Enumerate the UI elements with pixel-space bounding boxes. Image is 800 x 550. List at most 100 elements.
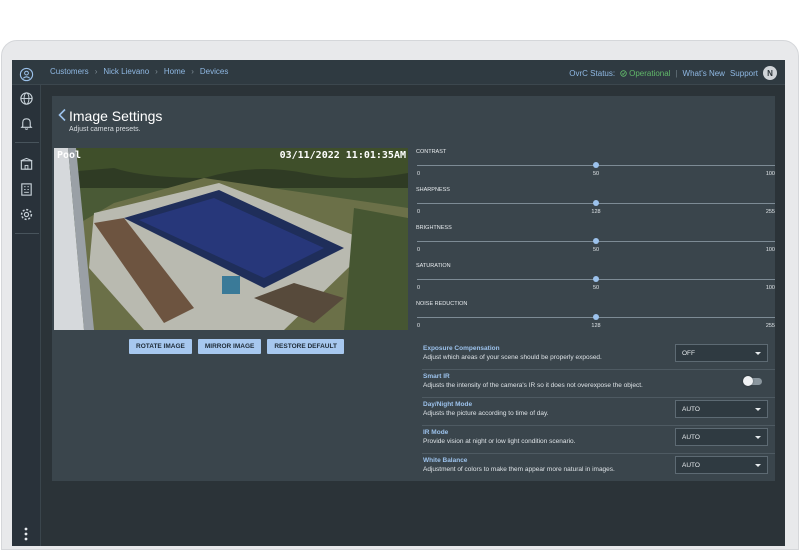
- image-settings-panel: Image Settings Adjust camera presets. Po…: [52, 96, 775, 481]
- saturation-slider[interactable]: SATURATION 0 50 100: [415, 260, 775, 298]
- sidebar-divider: [15, 142, 39, 143]
- select-value: AUTO: [682, 405, 700, 413]
- mirror-image-button[interactable]: MIRROR IMAGE: [197, 339, 262, 354]
- status-value[interactable]: Operational: [620, 69, 670, 78]
- breadcrumb-separator-icon: ›: [155, 67, 158, 76]
- rotate-image-button[interactable]: ROTATE IMAGE: [129, 339, 192, 354]
- globe-icon[interactable]: [19, 91, 34, 106]
- slider-value: 50: [592, 247, 600, 253]
- sidebar-divider: [15, 233, 39, 234]
- app-screen: Customers › Nick Lievano › Home › Device…: [12, 60, 785, 546]
- slider-max: 255: [765, 209, 775, 215]
- sidebar: [12, 67, 41, 546]
- exposure-compensation-select[interactable]: OFF: [675, 344, 768, 362]
- breadcrumb-customer[interactable]: Nick Lievano: [103, 67, 149, 76]
- toggle-knob: [743, 376, 753, 386]
- white-balance-select[interactable]: AUTO: [675, 456, 768, 474]
- slider-handle[interactable]: [593, 276, 599, 282]
- office-icon[interactable]: [19, 182, 34, 197]
- setting-smart-ir: Smart IR Adjusts the intensity of the ca…: [422, 370, 775, 398]
- avatar[interactable]: N: [763, 66, 777, 80]
- chevron-down-icon: [755, 408, 761, 411]
- restore-default-button[interactable]: RESTORE DEFAULT: [267, 339, 344, 354]
- slider-max: 255: [765, 323, 775, 329]
- noise-reduction-slider[interactable]: NOISE REDUCTION 0 128 255: [415, 298, 775, 336]
- user-circle-icon[interactable]: [19, 67, 34, 82]
- support-link[interactable]: Support: [730, 69, 758, 78]
- slider-value: 128: [591, 209, 601, 215]
- breadcrumb: Customers › Nick Lievano › Home › Device…: [50, 67, 228, 76]
- chevron-left-icon[interactable]: [57, 108, 67, 122]
- slider-value: 50: [592, 171, 600, 177]
- camera-preview: Pool 03/11/2022 11:01:35AM: [54, 148, 408, 330]
- slider-min: 0: [417, 209, 421, 215]
- top-bar: Customers › Nick Lievano › Home › Device…: [12, 60, 785, 85]
- status-divider: |: [675, 68, 678, 78]
- setting-title: Exposure Compensation: [423, 345, 500, 352]
- slider-label: CONTRAST: [416, 149, 447, 155]
- bell-icon[interactable]: [19, 116, 34, 131]
- camera-timestamp: 03/11/2022 11:01:35AM: [279, 150, 406, 161]
- setting-ir-mode: IR Mode Provide vision at night or low l…: [422, 426, 775, 454]
- chevron-down-icon: [755, 464, 761, 467]
- slider-max: 100: [765, 247, 775, 253]
- setting-day-night-mode: Day/Night Mode Adjusts the picture accor…: [422, 398, 775, 426]
- slider-handle[interactable]: [593, 200, 599, 206]
- slider-label: SATURATION: [416, 263, 451, 269]
- setting-description: Adjustment of colors to make them appear…: [423, 466, 615, 473]
- setting-white-balance: White Balance Adjustment of colors to ma…: [422, 454, 775, 482]
- contrast-slider[interactable]: CONTRAST 0 50 100: [415, 146, 775, 184]
- slider-handle[interactable]: [593, 162, 599, 168]
- slider-max: 100: [765, 285, 775, 291]
- chevron-down-icon: [755, 436, 761, 439]
- setting-title: Day/Night Mode: [423, 401, 473, 408]
- gear-icon[interactable]: [19, 207, 34, 222]
- day-night-mode-select[interactable]: AUTO: [675, 400, 768, 418]
- slider-label: NOISE REDUCTION: [416, 301, 468, 307]
- slider-max: 100: [765, 171, 775, 177]
- status-bar: OvrC Status: Operational | What's New Su…: [569, 66, 777, 80]
- slider-handle[interactable]: [593, 238, 599, 244]
- camera-label: Pool: [57, 150, 82, 161]
- check-circle-icon: [620, 69, 627, 77]
- setting-title: Smart IR: [423, 373, 450, 380]
- ir-mode-select[interactable]: AUTO: [675, 428, 768, 446]
- setting-title: IR Mode: [423, 429, 449, 436]
- kebab-menu-icon[interactable]: [24, 527, 28, 541]
- smart-ir-toggle[interactable]: [743, 376, 762, 386]
- setting-title: White Balance: [423, 457, 468, 464]
- slider-min: 0: [417, 171, 421, 177]
- building-icon[interactable]: [19, 157, 34, 172]
- breadcrumb-customers[interactable]: Customers: [50, 67, 89, 76]
- setting-description: Adjusts the intensity of the camera's IR…: [423, 382, 643, 389]
- slider-value: 128: [591, 323, 601, 329]
- slider-handle[interactable]: [593, 314, 599, 320]
- breadcrumb-separator-icon: ›: [94, 67, 98, 76]
- breadcrumb-home[interactable]: Home: [164, 67, 185, 76]
- slider-value: 50: [592, 285, 600, 291]
- image-action-buttons: ROTATE IMAGE MIRROR IMAGE RESTORE DEFAUL…: [129, 339, 344, 354]
- status-value-text: Operational: [629, 68, 671, 78]
- select-value: OFF: [682, 349, 695, 357]
- whats-new-link[interactable]: What's New: [683, 69, 725, 78]
- page-subtitle: Adjust camera presets.: [69, 126, 141, 133]
- select-value: AUTO: [682, 433, 700, 441]
- slider-label: BRIGHTNESS: [416, 225, 452, 231]
- chevron-down-icon: [755, 352, 761, 355]
- breadcrumb-devices[interactable]: Devices: [200, 67, 228, 76]
- select-value: AUTO: [682, 461, 700, 469]
- slider-min: 0: [417, 323, 421, 329]
- setting-description: Adjusts the picture according to time of…: [423, 410, 549, 417]
- slider-min: 0: [417, 247, 421, 253]
- slider-min: 0: [417, 285, 421, 291]
- setting-description: Provide vision at night or low light con…: [423, 438, 576, 445]
- camera-settings-list: Exposure Compensation Adjust which areas…: [422, 342, 775, 482]
- breadcrumb-separator-icon: ›: [191, 67, 194, 76]
- camera-image: [54, 148, 408, 330]
- setting-description: Adjust which areas of your scene should …: [423, 354, 602, 361]
- sharpness-slider[interactable]: SHARPNESS 0 128 255: [415, 184, 775, 222]
- setting-exposure-compensation: Exposure Compensation Adjust which areas…: [422, 342, 775, 370]
- brightness-slider[interactable]: BRIGHTNESS 0 50 100: [415, 222, 775, 260]
- image-sliders: CONTRAST 0 50 100 SHARPNESS 0 128 255 BR…: [415, 146, 775, 336]
- slider-label: SHARPNESS: [416, 187, 450, 193]
